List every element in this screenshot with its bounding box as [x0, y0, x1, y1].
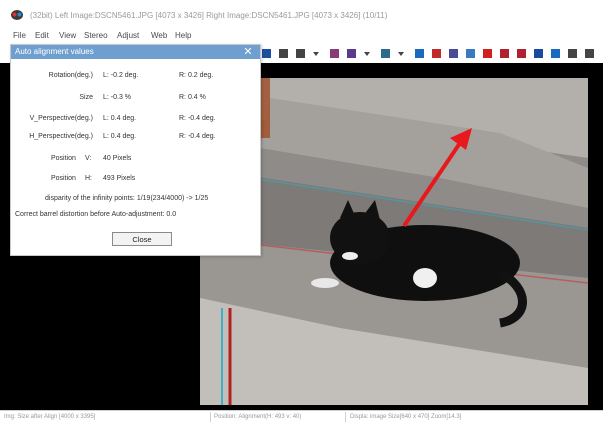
auto-alignment-dialog: Auto alignment values ✕ Rotation(deg.) L… [10, 44, 261, 256]
barrel-text: Correct barrel distortion before Auto-ad… [15, 211, 177, 218]
menu-edit[interactable]: Edit [35, 31, 49, 40]
position-h-value: 493 Pixels [103, 175, 136, 182]
position-h-label: Position [51, 175, 76, 182]
window-list-icon[interactable] [296, 49, 305, 58]
side-by-side-icon[interactable] [466, 49, 475, 58]
dialog-title: Auto alignment values [15, 47, 94, 56]
rotation-left-value: L: -0.2 deg. [103, 72, 139, 79]
h-perspective-left-value: L: 0.4 deg. [103, 133, 137, 140]
red-cyan-icon[interactable] [330, 49, 339, 58]
status-display: Displa: image Size[640 x 470] Zoom[14.3] [350, 414, 462, 420]
title-bar: (32bit) Left Image:DSCN5461.JPG [4073 x … [0, 0, 603, 28]
size-right-value: R: 0.4 % [179, 94, 206, 101]
red-arrow [402, 128, 472, 228]
adjust-icon[interactable] [500, 49, 509, 58]
rewind-icon[interactable] [262, 49, 271, 58]
grid-icon[interactable] [517, 49, 526, 58]
v-perspective-right-value: R: -0.4 deg. [179, 115, 216, 122]
size-left-value: L: -0.3 % [103, 94, 132, 101]
app-icon [11, 10, 23, 20]
menu-bar: File Edit View Stereo Adjust Web Help [0, 30, 603, 42]
interlaced-icon[interactable] [449, 49, 458, 58]
position-v-label: Position [51, 155, 76, 162]
status-bar: Img: Size after Align [4000 x 3395] Posi… [0, 410, 603, 424]
dropdown-icon[interactable] [364, 52, 370, 56]
auto-align-icon[interactable] [483, 49, 492, 58]
menu-view[interactable]: View [59, 31, 76, 40]
menu-stereo[interactable]: Stereo [84, 31, 108, 40]
window-icon[interactable] [279, 49, 288, 58]
menu-help[interactable]: Help [175, 31, 191, 40]
status-divider [210, 412, 211, 422]
position-v-value: 40 Pixels [103, 155, 132, 162]
close-button[interactable]: Close [112, 232, 172, 246]
gray-anaglyph-icon[interactable] [415, 49, 424, 58]
status-image-size: Img: Size after Align [4000 x 3395] [4, 414, 96, 420]
rotation-right-value: R: 0.2 deg. [179, 72, 214, 79]
disparity-text: disparity of the infinity points: 1/19(2… [45, 195, 209, 202]
status-divider [345, 412, 346, 422]
dialog-title-bar: Auto alignment values ✕ [11, 45, 260, 59]
dropdown-icon[interactable] [313, 52, 319, 56]
rotate-icon[interactable] [551, 49, 560, 58]
menu-file[interactable]: File [13, 31, 26, 40]
v-perspective-label: V_Perspective(deg.) [29, 115, 93, 122]
swap-icon[interactable] [534, 49, 543, 58]
half-color-icon[interactable] [381, 49, 390, 58]
status-alignment: Position: Alignment(H: 493 v: 40) [214, 414, 302, 420]
annotation-text: Dopasowanie zdjęc [385, 233, 498, 248]
color-anaglyph-icon[interactable] [347, 49, 356, 58]
mirror-icon[interactable] [585, 49, 594, 58]
menu-web[interactable]: Web [151, 31, 167, 40]
position-h-axis: H: [85, 175, 92, 182]
v-perspective-left-value: L: 0.4 deg. [103, 115, 137, 122]
rotation-label: Rotation(deg.) [48, 72, 93, 79]
left-right-icon[interactable] [568, 49, 577, 58]
h-perspective-right-value: R: -0.4 deg. [179, 133, 216, 140]
dropdown-icon[interactable] [398, 52, 404, 56]
size-label: Size [79, 94, 93, 101]
position-v-axis: V: [85, 155, 92, 162]
toolbar [258, 46, 603, 62]
menu-adjust[interactable]: Adjust [117, 31, 139, 40]
h-perspective-label: H_Perspective(deg.) [29, 133, 93, 140]
dubois-icon[interactable] [432, 49, 441, 58]
close-icon[interactable]: ✕ [242, 45, 254, 58]
window-title: (32bit) Left Image:DSCN5461.JPG [4073 x … [30, 11, 388, 20]
